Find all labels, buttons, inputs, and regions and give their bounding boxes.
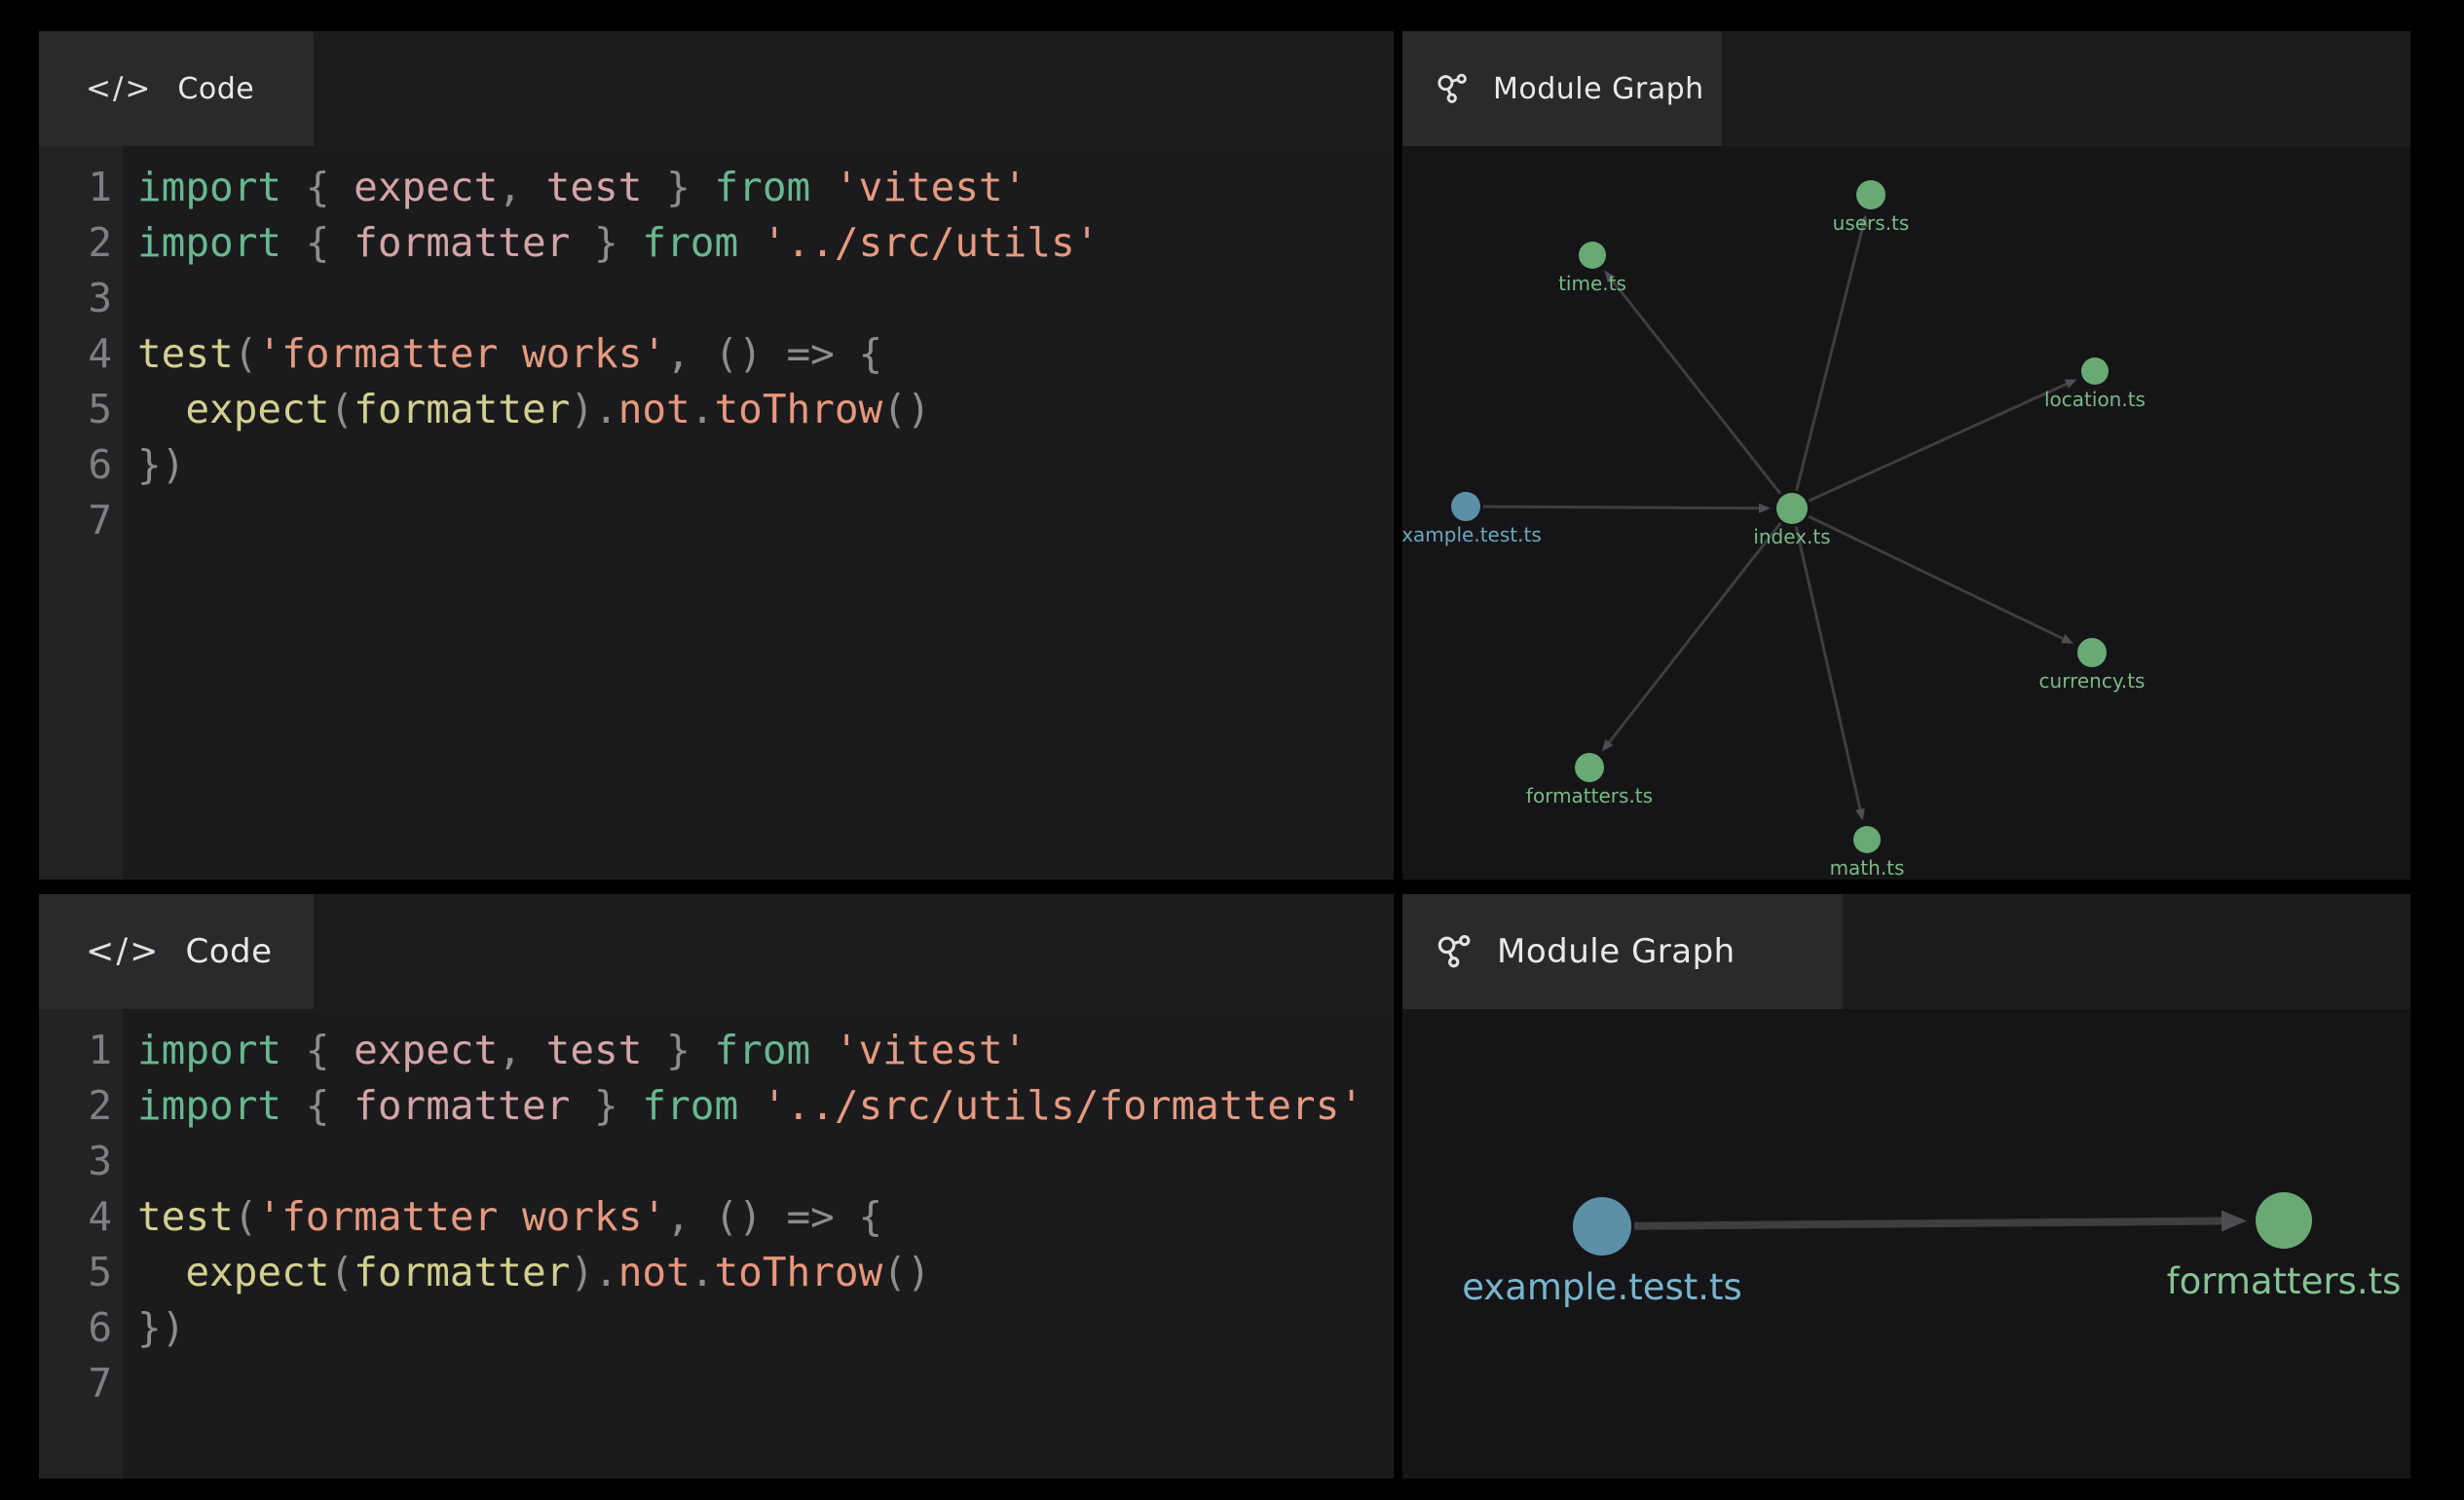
line-number: 6 xyxy=(39,1300,112,1356)
tab-label: Module Graph xyxy=(1497,932,1736,971)
code-line: 4test('formatter works', () => { xyxy=(39,1189,1394,1245)
tab-label: Code xyxy=(177,72,254,106)
graph-edge-arrowhead xyxy=(1759,504,1771,513)
module-graph-header: Module Graph xyxy=(1402,31,2410,146)
graph-edge-arrowhead xyxy=(2221,1211,2247,1232)
page-background: { "colors": { "background": "#000000", "… xyxy=(0,0,2464,1500)
code-icon: </> xyxy=(86,932,160,971)
module-graph-panel-bottom: Module Graph example.test.ts formatters.t… xyxy=(1402,894,2410,1479)
graph-edge xyxy=(1483,506,1759,508)
code-text xyxy=(112,1356,137,1411)
graph-node-label: math.ts xyxy=(1830,856,1905,880)
graph-node-example.test.ts[interactable] xyxy=(1573,1197,1631,1256)
code-line: 3 xyxy=(39,1134,1394,1189)
graph-node-math.ts[interactable] xyxy=(1853,826,1881,853)
graph-node-formatters.ts[interactable] xyxy=(2256,1192,2312,1249)
code-line: 7 xyxy=(39,1356,1394,1411)
module-graph-header: Module Graph xyxy=(1402,894,2410,1009)
line-number: 3 xyxy=(39,1134,112,1189)
line-number: 3 xyxy=(39,271,112,326)
code-text: test('formatter works', () => { xyxy=(112,1189,882,1245)
graph-edge xyxy=(1609,523,1780,742)
code-text: expect(formatter).not.toThrow() xyxy=(112,1245,931,1300)
tab-label: Code xyxy=(185,932,272,971)
graph-edge xyxy=(1634,1221,2221,1226)
line-number: 2 xyxy=(39,1078,112,1134)
line-number: 1 xyxy=(39,1023,112,1078)
graph-node-label: users.ts xyxy=(1833,211,1910,235)
tab-module-graph[interactable]: Module Graph xyxy=(1402,894,1843,1009)
code-text: }) xyxy=(112,1300,185,1356)
code-line: 2import { formatter } from '../src/utils… xyxy=(39,1078,1394,1134)
line-number: 4 xyxy=(39,326,112,382)
graph-edge-arrowhead xyxy=(1855,808,1865,821)
code-text: import { expect, test } from 'vitest' xyxy=(112,1023,1027,1078)
graph-node-example.test.ts[interactable] xyxy=(1451,492,1480,521)
module-graph-canvas[interactable]: users.ts time.ts location.ts example.test.t… xyxy=(1402,146,2410,880)
module-graph-panel-top: Module Graph users.ts time.ts location.ts e… xyxy=(1402,31,2410,880)
code-text: expect(formatter).not.toThrow() xyxy=(112,382,931,437)
graph-node-label: currency.ts xyxy=(2039,669,2146,693)
line-number: 7 xyxy=(39,493,112,548)
graph-node-currency.ts[interactable] xyxy=(2077,638,2107,667)
graph-node-location.ts[interactable] xyxy=(2081,357,2109,385)
graph-node-label: formatters.ts xyxy=(1526,784,1653,807)
graph-edge xyxy=(1612,280,1780,494)
code-line: 6}) xyxy=(39,437,1394,493)
graph-edge xyxy=(1809,384,2067,501)
graph-node-label: time.ts xyxy=(1558,272,1626,295)
code-editor[interactable]: 1import { expect, test } from 'vitest'2i… xyxy=(39,1009,1394,1479)
line-number: 1 xyxy=(39,160,112,215)
code-text xyxy=(112,271,137,326)
code-text: }) xyxy=(112,437,185,493)
graph-node-time.ts[interactable] xyxy=(1579,242,1606,269)
graph-edge xyxy=(1797,226,1863,491)
code-line: 5 expect(formatter).not.toThrow() xyxy=(39,1245,1394,1300)
code-line: 5 expect(formatter).not.toThrow() xyxy=(39,382,1394,437)
graph-node-formatters.ts[interactable] xyxy=(1575,753,1604,782)
tab-module-graph[interactable]: Module Graph xyxy=(1402,31,1722,146)
code-text xyxy=(112,1134,137,1189)
code-line: 2import { formatter } from '../src/utils… xyxy=(39,215,1394,271)
graph-edge xyxy=(1809,516,2063,638)
code-line: 1import { expect, test } from 'vitest' xyxy=(39,1023,1394,1078)
code-panel-header: </> Code xyxy=(39,31,1394,146)
line-number: 4 xyxy=(39,1189,112,1245)
code-panel-header: </> Code xyxy=(39,894,1394,1009)
graph-node-label: example.test.ts xyxy=(1462,1266,1742,1308)
code-text: import { expect, test } from 'vitest' xyxy=(112,160,1027,215)
line-number: 2 xyxy=(39,215,112,271)
code-icon: </> xyxy=(86,71,152,106)
code-line: 7 xyxy=(39,493,1394,548)
code-text: import { formatter } from '../src/utils' xyxy=(112,215,1099,271)
module-graph-icon xyxy=(1435,71,1471,107)
line-number: 5 xyxy=(39,382,112,437)
graph-node-label: index.ts xyxy=(1753,525,1830,548)
code-editor[interactable]: 1import { expect, test } from 'vitest'2i… xyxy=(39,146,1394,880)
code-text: import { formatter } from '../src/utils/… xyxy=(112,1078,1363,1134)
code-line: 3 xyxy=(39,271,1394,326)
tab-code[interactable]: </> Code xyxy=(39,894,314,1009)
module-graph-canvas[interactable]: example.test.ts formatters.ts xyxy=(1402,1009,2410,1479)
code-panel-bottom: </> Code 1import { expect, test } from '… xyxy=(39,894,1394,1479)
code-line: 1import { expect, test } from 'vitest' xyxy=(39,160,1394,215)
module-graph-icon xyxy=(1435,932,1475,972)
code-panel-top: </> Code 1import { expect, test } from '… xyxy=(39,31,1394,880)
tab-code[interactable]: </> Code xyxy=(39,31,314,146)
code-line: 6}) xyxy=(39,1300,1394,1356)
code-text: test('formatter works', () => { xyxy=(112,326,882,382)
tab-label: Module Graph xyxy=(1493,72,1704,106)
line-number: 5 xyxy=(39,1245,112,1300)
graph-node-users.ts[interactable] xyxy=(1856,180,1885,209)
graph-edge xyxy=(1796,527,1860,809)
graph-node-index.ts[interactable] xyxy=(1776,493,1808,524)
graph-node-label: location.ts xyxy=(2044,388,2146,411)
code-text xyxy=(112,493,137,548)
line-number: 6 xyxy=(39,437,112,493)
code-line: 4test('formatter works', () => { xyxy=(39,326,1394,382)
graph-node-label: example.test.ts xyxy=(1402,523,1542,546)
line-number: 7 xyxy=(39,1356,112,1411)
graph-node-label: formatters.ts xyxy=(2167,1260,2402,1302)
